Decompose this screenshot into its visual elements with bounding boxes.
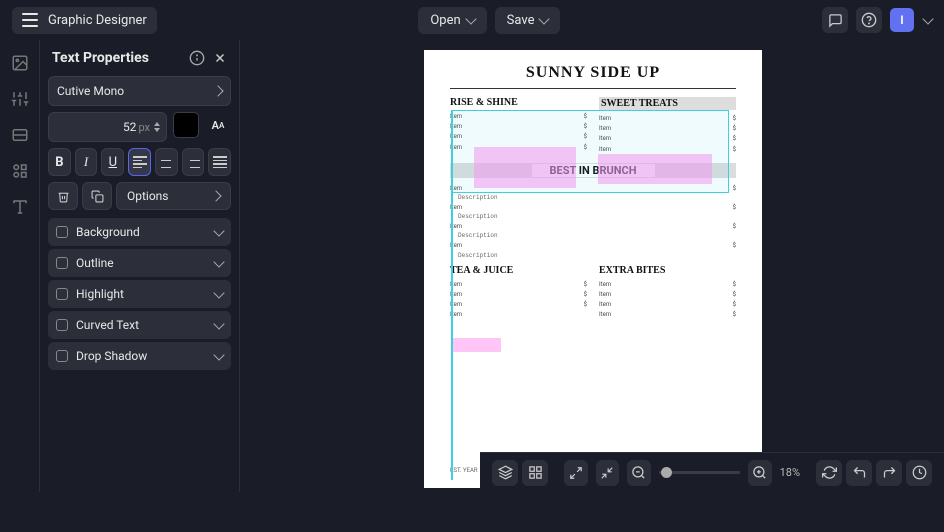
sync-button[interactable] xyxy=(816,460,842,486)
zoom-slider[interactable] xyxy=(659,471,740,474)
left-rail xyxy=(0,40,40,492)
chevron-down-icon xyxy=(213,256,224,267)
align-left-button[interactable] xyxy=(128,148,151,176)
undo-button[interactable] xyxy=(846,460,872,486)
bold-button[interactable]: B xyxy=(48,148,71,176)
italic-button[interactable]: I xyxy=(75,148,98,176)
redo-button[interactable] xyxy=(876,460,902,486)
chevron-down-icon xyxy=(213,225,224,236)
doc-title: SUNNY SIDE UP xyxy=(424,50,762,88)
avatar[interactable]: I xyxy=(890,8,914,32)
chevron-down-icon xyxy=(213,349,224,360)
open-button[interactable]: Open xyxy=(418,7,486,34)
bottom-bar: 18% xyxy=(480,452,944,492)
duplicate-button[interactable] xyxy=(82,182,112,210)
color-swatch[interactable] xyxy=(173,112,199,138)
zoom-in-button[interactable] xyxy=(748,460,772,486)
info-icon[interactable] xyxy=(189,50,205,66)
section-sweet: SWEET TREATS xyxy=(599,97,736,110)
section-tea: TEA & JUICE xyxy=(450,265,587,276)
close-icon[interactable] xyxy=(213,51,227,65)
fit-button[interactable] xyxy=(596,460,620,486)
image-icon[interactable] xyxy=(11,54,29,72)
section-extra: EXTRA BITES xyxy=(599,265,736,276)
zoom-value: 18% xyxy=(780,466,800,479)
panel-title: Text Properties xyxy=(52,50,189,66)
chevron-right-icon xyxy=(212,85,223,96)
highlight-overlay xyxy=(451,338,501,352)
zoom-out-button[interactable] xyxy=(627,460,651,486)
selection-box[interactable] xyxy=(451,110,729,193)
curved-text-section[interactable]: Curved Text xyxy=(48,311,231,339)
font-size-input[interactable]: 52px xyxy=(48,112,167,142)
chevron-down-icon xyxy=(213,287,224,298)
font-family-select[interactable]: Cutive Mono xyxy=(48,76,231,106)
chevron-down-icon xyxy=(539,13,550,24)
highlight-section[interactable]: Highlight xyxy=(48,280,231,308)
main-area: Text Properties Cutive Mono 52px AA B I … xyxy=(0,40,944,492)
guide-line xyxy=(451,110,453,480)
app-title-wrap[interactable]: Graphic Designer xyxy=(12,7,157,34)
background-section[interactable]: Background xyxy=(48,218,231,246)
font-size-value: 52 xyxy=(123,120,137,134)
chevron-down-icon xyxy=(213,318,224,329)
canvas[interactable]: SUNNY SIDE UP RISE & SHINE Item$ Item$ I… xyxy=(240,40,944,492)
options-button[interactable]: Options xyxy=(116,182,231,210)
outline-section[interactable]: Outline xyxy=(48,249,231,277)
section-rise: RISE & SHINE xyxy=(450,97,587,108)
fullscreen-button[interactable] xyxy=(564,460,588,486)
document-page[interactable]: SUNNY SIDE UP RISE & SHINE Item$ Item$ I… xyxy=(424,50,762,488)
layers-button[interactable] xyxy=(492,460,518,486)
comment-button[interactable] xyxy=(822,7,848,33)
app-title: Graphic Designer xyxy=(48,13,147,28)
grid-button[interactable] xyxy=(522,460,548,486)
align-justify-button[interactable] xyxy=(208,148,231,176)
delete-button[interactable] xyxy=(48,182,78,210)
comment-icon xyxy=(828,13,843,28)
menu-icon xyxy=(22,13,38,27)
align-right-button[interactable] xyxy=(182,148,205,176)
top-bar: Graphic Designer Open Save I xyxy=(0,0,944,40)
font-size-stepper[interactable] xyxy=(154,122,160,132)
shapes-icon[interactable] xyxy=(11,162,29,180)
help-button[interactable] xyxy=(856,7,882,33)
save-button[interactable]: Save xyxy=(495,7,561,34)
history-button[interactable] xyxy=(906,460,932,486)
drop-shadow-section[interactable]: Drop Shadow xyxy=(48,342,231,370)
text-case-button[interactable]: AA xyxy=(205,112,231,138)
font-family-value: Cutive Mono xyxy=(57,84,124,98)
footer-est: EST. YEAR xyxy=(450,467,478,474)
align-center-button[interactable] xyxy=(155,148,178,176)
sliders-icon[interactable] xyxy=(11,90,29,108)
chevron-right-icon xyxy=(210,190,221,201)
chevron-down-icon xyxy=(465,13,476,24)
table-icon[interactable] xyxy=(11,126,29,144)
text-icon[interactable] xyxy=(11,198,29,216)
chevron-down-icon[interactable] xyxy=(922,13,933,24)
help-icon xyxy=(861,12,877,28)
text-properties-panel: Text Properties Cutive Mono 52px AA B I … xyxy=(40,40,240,492)
underline-button[interactable]: U xyxy=(101,148,124,176)
